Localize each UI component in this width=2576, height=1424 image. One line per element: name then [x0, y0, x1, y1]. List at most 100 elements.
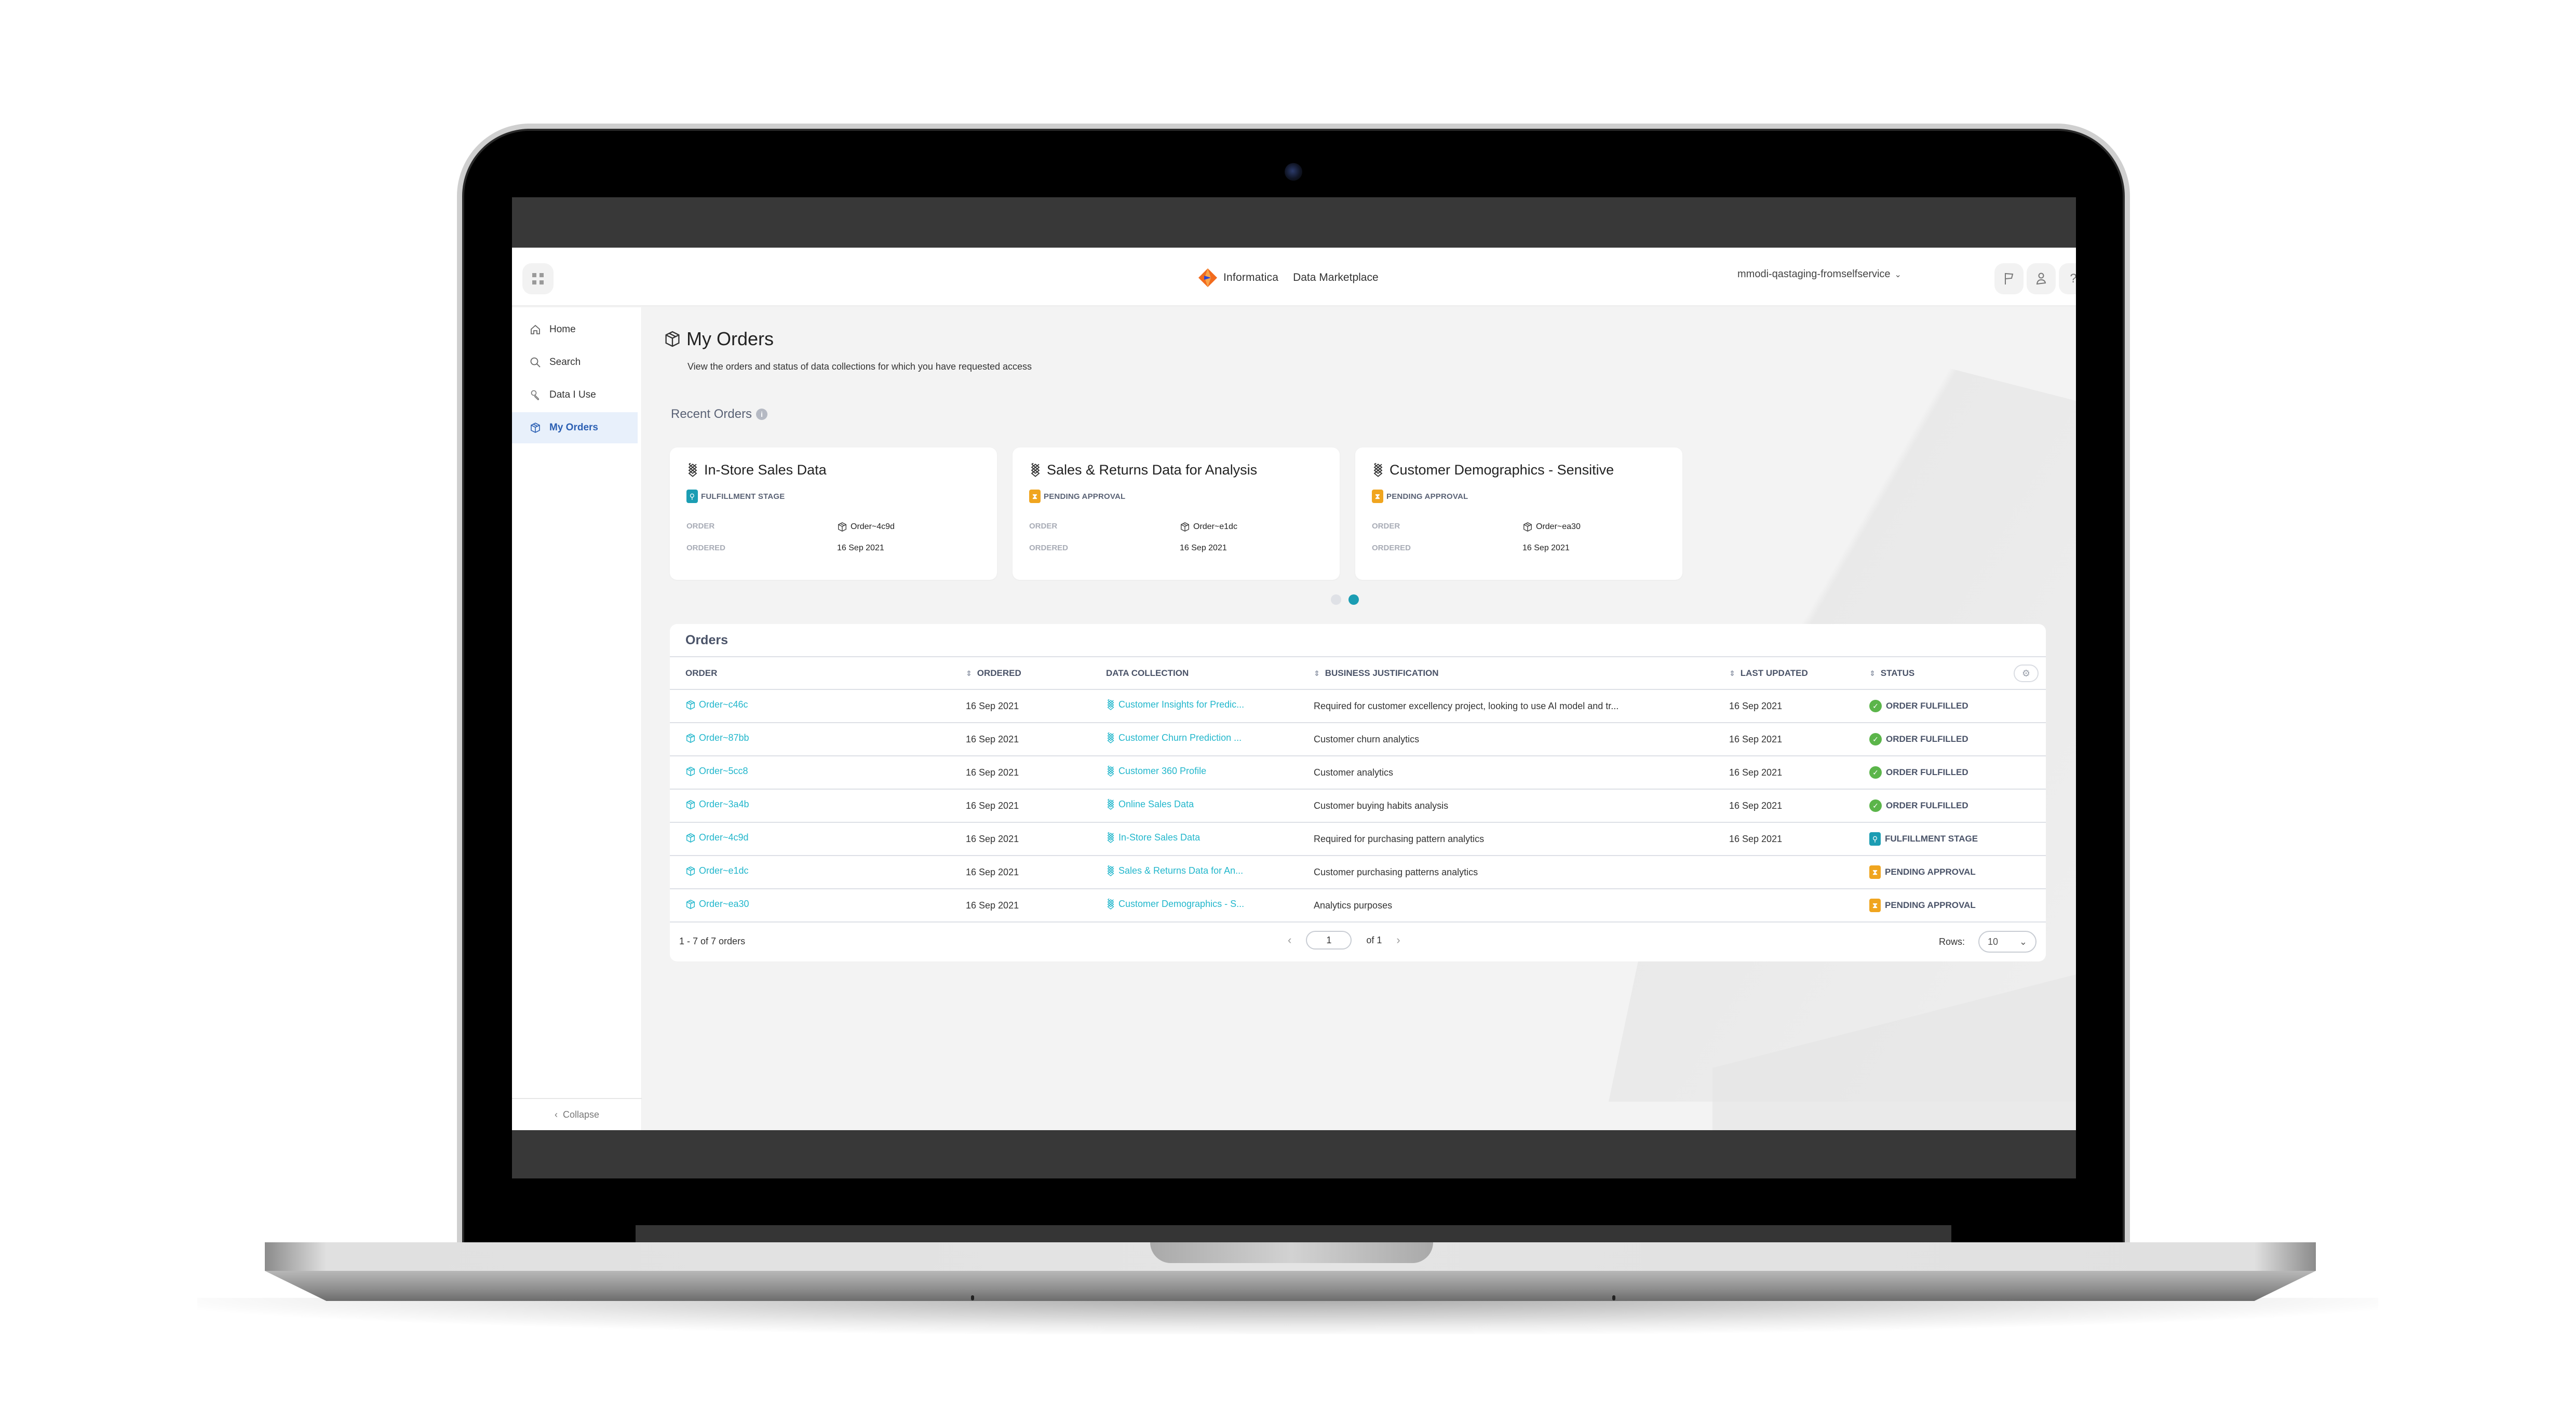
- recent-order-card[interactable]: Sales & Returns Data for Analysis ⧗ PENDIN…: [1013, 447, 1340, 580]
- results-range: 1 - 7 of 7 orders: [679, 935, 746, 946]
- column-header-status[interactable]: ⇕ STATUS ⚙: [1854, 657, 2046, 690]
- order-link[interactable]: Order~ea30: [685, 899, 749, 910]
- help-button[interactable]: ?: [2059, 263, 2076, 294]
- data-collection-link[interactable]: Customer Demographics - S...: [1106, 898, 1244, 910]
- chevron-down-icon: ⌄: [2019, 936, 2027, 947]
- status-badge: ✓ ORDER FULFILLED: [1869, 700, 1968, 712]
- carousel-pagination: [1331, 594, 1359, 605]
- recent-order-card[interactable]: Customer Demographics - Sensitive ⧗ PENDIN…: [1355, 447, 1682, 580]
- data-collection-link[interactable]: Customer Churn Prediction ...: [1106, 732, 1242, 744]
- rows-per-page-select[interactable]: 10 ⌄: [1978, 931, 2036, 953]
- next-page-button[interactable]: ›: [1396, 933, 1400, 947]
- orders-table-title: Orders: [670, 624, 2046, 657]
- chevron-left-icon: ‹: [554, 1109, 558, 1120]
- collapse-sidebar-button[interactable]: ‹ Collapse: [512, 1098, 642, 1130]
- order-id[interactable]: Order~e1dc: [1180, 522, 1323, 532]
- flag-button[interactable]: [1994, 263, 2024, 294]
- order-link[interactable]: Order~c46c: [685, 699, 748, 710]
- laptop-foot: [971, 1295, 974, 1300]
- sidebar-item-home[interactable]: Home: [512, 314, 641, 345]
- order-link[interactable]: Order~3a4b: [685, 799, 749, 810]
- carousel-dot[interactable]: [1331, 594, 1341, 605]
- column-header-last-updated[interactable]: ⇕ LAST UPDATED: [1714, 657, 1854, 690]
- order-link[interactable]: Order~4c9d: [685, 832, 749, 843]
- order-link[interactable]: Order~87bb: [685, 733, 749, 743]
- data-collection-link[interactable]: Sales & Returns Data for An...: [1106, 865, 1243, 877]
- package-icon: [665, 331, 680, 347]
- status-cell: ⚲ FULFILLMENT STAGE: [1854, 822, 2046, 856]
- table-row[interactable]: Order~e1dc 16 Sep 2021 Sales & Returns Dat…: [670, 856, 2046, 889]
- column-header-business-justification[interactable]: ⇕ BUSINESS JUSTIFICATION: [1298, 657, 1714, 690]
- sidebar: Home Search Data I Use My Orders ‹ Colla…: [512, 307, 642, 1130]
- check-circle-icon: ✓: [1869, 700, 1882, 712]
- status-cell: ✓ ORDER FULFILLED: [1854, 789, 2046, 823]
- order-id[interactable]: Order~4c9d: [837, 522, 980, 532]
- table-row[interactable]: Order~5cc8 16 Sep 2021 Customer 360 Profil…: [670, 756, 2046, 790]
- table-settings-button[interactable]: ⚙: [2014, 664, 2039, 682]
- data-collection-icon: [1107, 898, 1114, 910]
- last-updated-cell: 16 Sep 2021: [1714, 723, 1854, 756]
- sidebar-item-my-orders[interactable]: My Orders: [512, 412, 638, 443]
- recent-order-card[interactable]: In-Store Sales Data ⚲ FULFILLMENT STAGE ORD…: [670, 447, 997, 580]
- previous-page-button[interactable]: ‹: [1288, 933, 1291, 947]
- org-switcher[interactable]: mmodi-qastaging-fromselfservice ⌄: [1737, 268, 1901, 280]
- laptop-lid: Informatica Data Marketplace mmodi-qasta…: [457, 124, 2130, 1250]
- hourglass-icon: ⧗: [1029, 490, 1041, 503]
- order-cell: Order~87bb: [670, 723, 950, 756]
- sort-icon: ⇕: [1314, 669, 1320, 677]
- sidebar-item-label: Home: [549, 324, 576, 335]
- ordered-label: ORDERED: [1029, 544, 1069, 552]
- sidebar-item-search[interactable]: Search: [512, 347, 641, 378]
- user-button[interactable]: [2027, 263, 2056, 294]
- ordered-date: 16 Sep 2021: [1522, 544, 1570, 552]
- data-collection-link[interactable]: Online Sales Data: [1106, 798, 1194, 810]
- data-use-icon: [529, 389, 542, 401]
- order-label: ORDER: [1372, 522, 1400, 531]
- data-collection-icon: [1107, 865, 1114, 876]
- fulfillment-icon: ⚲: [686, 490, 698, 503]
- page-number-input[interactable]: 1: [1306, 931, 1352, 950]
- data-collection-link[interactable]: Customer 360 Profile: [1106, 765, 1206, 777]
- carousel-dot-active[interactable]: [1348, 594, 1359, 605]
- table-row[interactable]: Order~87bb 16 Sep 2021 Customer Churn Pred…: [670, 723, 2046, 756]
- ordered-cell: 16 Sep 2021: [950, 822, 1090, 856]
- column-header-ordered[interactable]: ⇕ ORDERED: [950, 657, 1090, 690]
- data-collection-icon: [1373, 463, 1383, 477]
- recent-orders-heading: Recent Orders i: [671, 407, 768, 422]
- ordered-cell: 16 Sep 2021: [950, 689, 1090, 723]
- data-collection-icon: [1107, 832, 1114, 843]
- data-collection-icon: [1107, 765, 1114, 777]
- table-row[interactable]: Order~4c9d 16 Sep 2021 In-Store Sales Data…: [670, 822, 2046, 856]
- ordered-cell: 16 Sep 2021: [950, 889, 1090, 923]
- table-row[interactable]: Order~ea30 16 Sep 2021 Customer Demographi…: [670, 889, 2046, 923]
- justification-cell: Analytics purposes: [1298, 889, 1714, 923]
- package-icon: [1181, 522, 1189, 532]
- card-title: Sales & Returns Data for Analysis: [1029, 462, 1323, 478]
- data-collection-link[interactable]: In-Store Sales Data: [1106, 832, 1200, 844]
- order-label: ORDER: [686, 522, 715, 531]
- order-cell: Order~4c9d: [670, 822, 950, 856]
- table-row[interactable]: Order~3a4b 16 Sep 2021 Online Sales Data Cu…: [670, 789, 2046, 823]
- status-badge: ✓ ORDER FULFILLED: [1869, 799, 1968, 812]
- flag-icon: [2005, 273, 2014, 284]
- home-icon: [529, 324, 542, 335]
- order-link[interactable]: Order~e1dc: [685, 865, 749, 876]
- app-switcher-button[interactable]: [522, 263, 554, 294]
- table-header-row: ORDER ⇕ ORDERED DATA COLLECTION ⇕ BUSINESS…: [670, 657, 2046, 690]
- chevron-down-icon: ⌄: [1894, 270, 1901, 279]
- laptop-shadow: [197, 1298, 2378, 1334]
- status-badge: ⧗ PENDING APPROVAL: [1029, 490, 1323, 503]
- table-row[interactable]: Order~c46c 16 Sep 2021 Customer Insights f…: [670, 689, 2046, 723]
- hourglass-icon: ⧗: [1869, 865, 1881, 879]
- order-link[interactable]: Order~5cc8: [685, 766, 748, 777]
- order-id[interactable]: Order~ea30: [1522, 522, 1666, 532]
- info-icon[interactable]: i: [756, 409, 768, 420]
- order-cell: Order~e1dc: [670, 856, 950, 889]
- rows-label: Rows:: [1938, 936, 1965, 947]
- data-collection-link[interactable]: Customer Insights for Predic...: [1106, 699, 1244, 711]
- justification-cell: Customer purchasing patterns analytics: [1298, 856, 1714, 889]
- laptop-foot: [1612, 1295, 1615, 1300]
- data-collection-icon: [1107, 732, 1114, 743]
- status-cell: ✓ ORDER FULFILLED: [1854, 723, 2046, 756]
- sidebar-item-data-i-use[interactable]: Data I Use: [512, 379, 641, 411]
